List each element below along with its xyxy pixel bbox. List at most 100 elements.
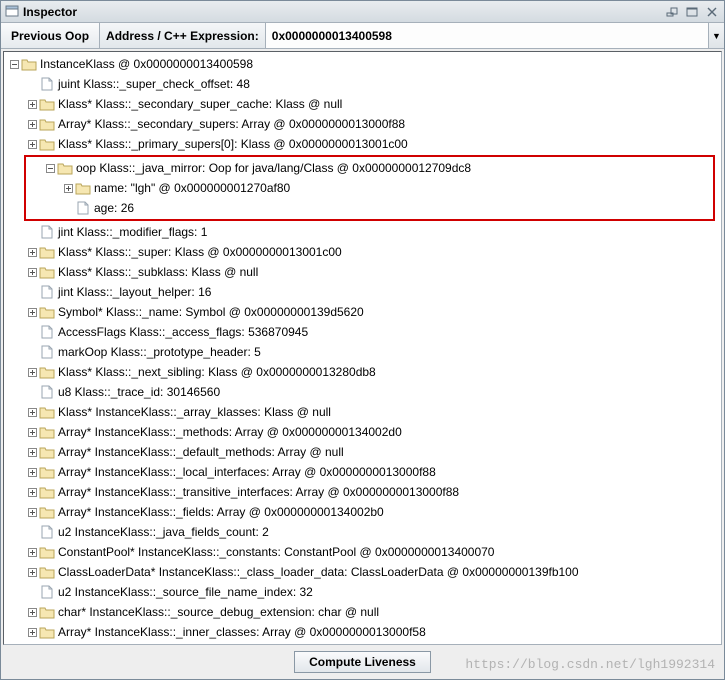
previous-oop-button[interactable]: Previous Oop bbox=[1, 23, 100, 48]
folder-icon bbox=[39, 445, 55, 459]
file-icon bbox=[39, 525, 55, 539]
file-icon bbox=[39, 345, 55, 359]
folder-icon bbox=[39, 485, 55, 499]
tree-node-label: char* InstanceKlass::_source_debug_exten… bbox=[58, 605, 379, 619]
tree-node[interactable]: name: "lgh" @ 0x000000001270af80 bbox=[26, 178, 713, 198]
window-title: Inspector bbox=[23, 5, 660, 19]
tree-node[interactable]: Klass* Klass::_next_sibling: Klass @ 0x0… bbox=[4, 362, 721, 382]
tree-node[interactable]: Array* InstanceKlass::_inner_classes: Ar… bbox=[4, 622, 721, 642]
folder-icon bbox=[39, 465, 55, 479]
close-icon[interactable] bbox=[704, 5, 720, 19]
tree-node[interactable]: Klass* Klass::_super: Klass @ 0x00000000… bbox=[4, 242, 721, 262]
folder-icon bbox=[39, 117, 55, 131]
expand-handle-icon[interactable] bbox=[44, 162, 56, 174]
expand-handle-icon[interactable] bbox=[26, 466, 38, 478]
expand-handle-icon[interactable] bbox=[26, 546, 38, 558]
expand-handle-icon[interactable] bbox=[26, 566, 38, 578]
tree-node-label: Array* Klass::_secondary_supers: Array @… bbox=[58, 117, 405, 131]
tree-node-label: Klass* InstanceKlass::_array_klasses: Kl… bbox=[58, 405, 331, 419]
tree-node[interactable]: Klass* Klass::_secondary_super_cache: Kl… bbox=[4, 94, 721, 114]
address-input[interactable] bbox=[266, 23, 708, 48]
tree-node[interactable]: Array* Klass::_secondary_supers: Array @… bbox=[4, 114, 721, 134]
tree-node[interactable]: markOop Klass::_prototype_header: 5 bbox=[4, 342, 721, 362]
tree-node[interactable]: Symbol* Klass::_name: Symbol @ 0x0000000… bbox=[4, 302, 721, 322]
folder-icon bbox=[39, 565, 55, 579]
tree-node-label: u8 Klass::_trace_id: 30146560 bbox=[58, 385, 220, 399]
toolbar-chevron-down-icon[interactable]: ▼ bbox=[708, 23, 724, 48]
tree-node-label: ClassLoaderData* InstanceKlass::_class_l… bbox=[58, 565, 579, 579]
expand-handle-icon[interactable] bbox=[26, 446, 38, 458]
tree-node[interactable]: Klass* InstanceKlass::_array_klasses: Kl… bbox=[4, 402, 721, 422]
tree-node-label: u2 InstanceKlass::_source_file_name_inde… bbox=[58, 585, 313, 599]
tree-node[interactable]: Array* InstanceKlass::_local_interfaces:… bbox=[4, 462, 721, 482]
folder-icon bbox=[39, 97, 55, 111]
expand-handle-icon bbox=[26, 586, 38, 598]
minimize-internal-icon[interactable] bbox=[664, 5, 680, 19]
expand-handle-icon bbox=[26, 526, 38, 538]
expand-handle-icon bbox=[26, 78, 38, 90]
tree-node[interactable]: Array* InstanceKlass::_fields: Array @ 0… bbox=[4, 502, 721, 522]
window-icon bbox=[5, 5, 19, 19]
expand-handle-icon[interactable] bbox=[8, 58, 20, 70]
tree-node[interactable]: Klass* Klass::_subklass: Klass @ null bbox=[4, 262, 721, 282]
expand-handle-icon[interactable] bbox=[26, 138, 38, 150]
expand-handle-icon[interactable] bbox=[26, 426, 38, 438]
file-icon bbox=[39, 285, 55, 299]
tree-node[interactable]: Array* InstanceKlass::_default_methods: … bbox=[4, 442, 721, 462]
expand-handle-icon[interactable] bbox=[26, 306, 38, 318]
tree-node[interactable]: int InstanceKlass::_nonstatic_field_size… bbox=[4, 642, 721, 645]
expand-handle-icon[interactable] bbox=[26, 406, 38, 418]
tree-node[interactable]: oop Klass::_java_mirror: Oop for java/la… bbox=[26, 158, 713, 178]
folder-icon bbox=[39, 405, 55, 419]
expand-handle-icon[interactable] bbox=[26, 366, 38, 378]
tree-node-label: Klass* Klass::_secondary_super_cache: Kl… bbox=[58, 97, 342, 111]
tree-node[interactable]: juint Klass::_super_check_offset: 48 bbox=[4, 74, 721, 94]
tree-node[interactable]: ClassLoaderData* InstanceKlass::_class_l… bbox=[4, 562, 721, 582]
tree-node-root[interactable]: InstanceKlass @ 0x0000000013400598 bbox=[4, 54, 721, 74]
tree-node[interactable]: Array* InstanceKlass::_transitive_interf… bbox=[4, 482, 721, 502]
tree-node[interactable]: age: 26 bbox=[26, 198, 713, 218]
file-icon bbox=[39, 225, 55, 239]
maximize-icon[interactable] bbox=[684, 5, 700, 19]
expand-handle-icon[interactable] bbox=[26, 246, 38, 258]
file-icon bbox=[39, 77, 55, 91]
tree-node-label: Klass* Klass::_subklass: Klass @ null bbox=[58, 265, 258, 279]
tree-node[interactable]: Array* InstanceKlass::_methods: Array @ … bbox=[4, 422, 721, 442]
expand-handle-icon[interactable] bbox=[26, 486, 38, 498]
tree-node[interactable]: ConstantPool* InstanceKlass::_constants:… bbox=[4, 542, 721, 562]
highlighted-region: oop Klass::_java_mirror: Oop for java/la… bbox=[24, 155, 715, 221]
expand-handle-icon[interactable] bbox=[26, 98, 38, 110]
tree-node[interactable]: AccessFlags Klass::_access_flags: 536870… bbox=[4, 322, 721, 342]
tree-node[interactable]: jint Klass::_layout_helper: 16 bbox=[4, 282, 721, 302]
folder-icon bbox=[39, 605, 55, 619]
file-icon bbox=[39, 385, 55, 399]
folder-icon bbox=[39, 137, 55, 151]
expand-handle-icon[interactable] bbox=[26, 606, 38, 618]
compute-liveness-button[interactable]: Compute Liveness bbox=[294, 651, 431, 673]
tree-node[interactable]: char* InstanceKlass::_source_debug_exten… bbox=[4, 602, 721, 622]
tree-node-label: jint Klass::_modifier_flags: 1 bbox=[58, 225, 207, 239]
expand-handle-icon[interactable] bbox=[26, 626, 38, 638]
tree-node-label: oop Klass::_java_mirror: Oop for java/la… bbox=[76, 161, 471, 175]
tree-node-label: jint Klass::_layout_helper: 16 bbox=[58, 285, 211, 299]
expand-handle-icon[interactable] bbox=[26, 266, 38, 278]
folder-icon bbox=[39, 305, 55, 319]
folder-icon bbox=[39, 365, 55, 379]
expand-handle-icon[interactable] bbox=[26, 506, 38, 518]
tree-node[interactable]: u2 InstanceKlass::_source_file_name_inde… bbox=[4, 582, 721, 602]
tree-node-label: name: "lgh" @ 0x000000001270af80 bbox=[94, 181, 290, 195]
tree-node-label: Array* InstanceKlass::_fields: Array @ 0… bbox=[58, 505, 384, 519]
tree-node[interactable]: Klass* Klass::_primary_supers[0]: Klass … bbox=[4, 134, 721, 154]
tree-node[interactable]: jint Klass::_modifier_flags: 1 bbox=[4, 222, 721, 242]
tree-node-label: Klass* Klass::_super: Klass @ 0x00000000… bbox=[58, 245, 342, 259]
expand-handle-icon[interactable] bbox=[62, 182, 74, 194]
tree-node[interactable]: u8 Klass::_trace_id: 30146560 bbox=[4, 382, 721, 402]
expand-handle-icon[interactable] bbox=[26, 118, 38, 130]
tree-node[interactable]: u2 InstanceKlass::_java_fields_count: 2 bbox=[4, 522, 721, 542]
tree-node-label: u2 InstanceKlass::_java_fields_count: 2 bbox=[58, 525, 269, 539]
tree-node-label: Array* InstanceKlass::_transitive_interf… bbox=[58, 485, 459, 499]
address-label: Address / C++ Expression: bbox=[100, 23, 266, 48]
expand-handle-icon bbox=[26, 226, 38, 238]
tree-node-label: juint Klass::_super_check_offset: 48 bbox=[58, 77, 250, 91]
tree-view[interactable]: InstanceKlass @ 0x0000000013400598 juint … bbox=[3, 51, 722, 645]
